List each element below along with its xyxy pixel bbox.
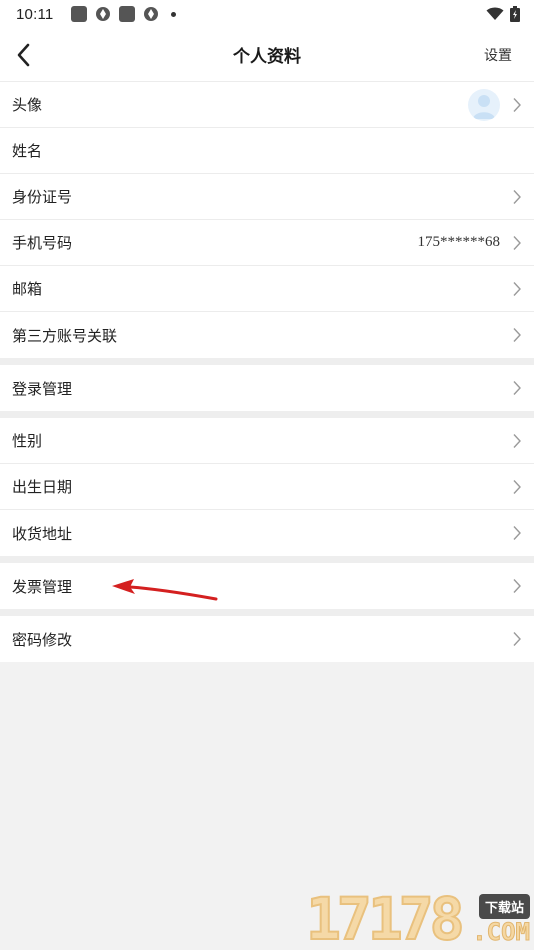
nav-bar: 个人资料 设置 xyxy=(0,28,534,82)
row-name[interactable]: 姓名 xyxy=(0,128,534,174)
wifi-icon xyxy=(486,7,504,20)
phone-value: 175******68 xyxy=(417,234,501,250)
aperture-icon xyxy=(96,7,111,21)
row-label: 性别 xyxy=(12,432,43,450)
watermark-logo: 17178 下载站 .COM xyxy=(305,885,532,950)
status-time: 10:11 xyxy=(16,5,54,23)
aperture-icon xyxy=(144,7,159,21)
section-divider xyxy=(0,358,534,365)
row-avatar[interactable]: 头像 xyxy=(0,82,534,128)
page-title: 个人资料 xyxy=(233,47,301,67)
row-label: 邮箱 xyxy=(12,280,43,298)
user-icon xyxy=(473,94,495,119)
square-icon xyxy=(71,6,88,22)
status-bar: 10:11 xyxy=(0,0,534,28)
chevron-right-icon xyxy=(513,632,521,646)
watermark-domain: .COM xyxy=(472,918,531,947)
row-label: 第三方账号关联 xyxy=(12,326,118,345)
chevron-right-icon xyxy=(513,526,521,540)
settings-button[interactable]: 设置 xyxy=(484,45,512,65)
row-invoice-manage[interactable]: 发票管理 xyxy=(0,563,534,609)
section-divider xyxy=(0,556,534,563)
row-label: 收货地址 xyxy=(12,524,73,543)
row-third-party[interactable]: 第三方账号关联 xyxy=(0,312,534,358)
row-label: 出生日期 xyxy=(12,478,73,496)
row-label: 手机号码 xyxy=(12,234,73,252)
row-label: 发票管理 xyxy=(12,577,73,596)
chevron-right-icon xyxy=(513,381,521,395)
profile-group-password: 密码修改 xyxy=(0,616,534,662)
watermark-number: 17178 xyxy=(305,885,466,950)
row-label: 登录管理 xyxy=(12,379,73,398)
square-icon xyxy=(119,6,136,22)
chevron-right-icon xyxy=(513,328,521,342)
chevron-right-icon xyxy=(513,479,521,494)
row-login-manage[interactable]: 登录管理 xyxy=(0,365,534,411)
row-label: 头像 xyxy=(12,96,43,114)
chevron-right-icon xyxy=(513,189,521,204)
battery-icon xyxy=(510,6,520,22)
avatar[interactable] xyxy=(468,88,500,121)
back-button[interactable] xyxy=(16,41,44,69)
row-phone[interactable]: 手机号码 175******68 xyxy=(0,220,534,266)
row-id-card[interactable]: 身份证号 xyxy=(0,174,534,220)
chevron-right-icon xyxy=(513,281,521,296)
row-email[interactable]: 邮箱 xyxy=(0,266,534,312)
row-password-change[interactable]: 密码修改 xyxy=(0,616,534,662)
watermark-tag: 下载站 xyxy=(478,894,530,919)
profile-group-invoice: 发票管理 xyxy=(0,563,534,609)
row-shipping-address[interactable]: 收货地址 xyxy=(0,510,534,556)
annotation-arrow-icon xyxy=(112,579,218,601)
chevron-right-icon xyxy=(513,579,521,593)
section-divider xyxy=(0,609,534,616)
profile-group-basic: 头像 姓名 身份证号 手机号码 175******68 邮箱 第三方账号关联 xyxy=(0,82,534,358)
chevron-right-icon xyxy=(513,97,521,112)
profile-group-personal: 性别 出生日期 收货地址 xyxy=(0,418,534,556)
row-label: 身份证号 xyxy=(12,188,73,206)
chevron-right-icon xyxy=(513,433,521,448)
chevron-right-icon xyxy=(513,235,521,250)
profile-group-login: 登录管理 xyxy=(0,365,534,411)
dot-icon xyxy=(171,11,177,17)
section-divider xyxy=(0,411,534,418)
chevron-left-icon xyxy=(17,43,30,67)
row-label: 密码修改 xyxy=(12,630,73,649)
row-birthday[interactable]: 出生日期 xyxy=(0,464,534,510)
row-gender[interactable]: 性别 xyxy=(0,418,534,464)
row-label: 姓名 xyxy=(12,142,43,160)
